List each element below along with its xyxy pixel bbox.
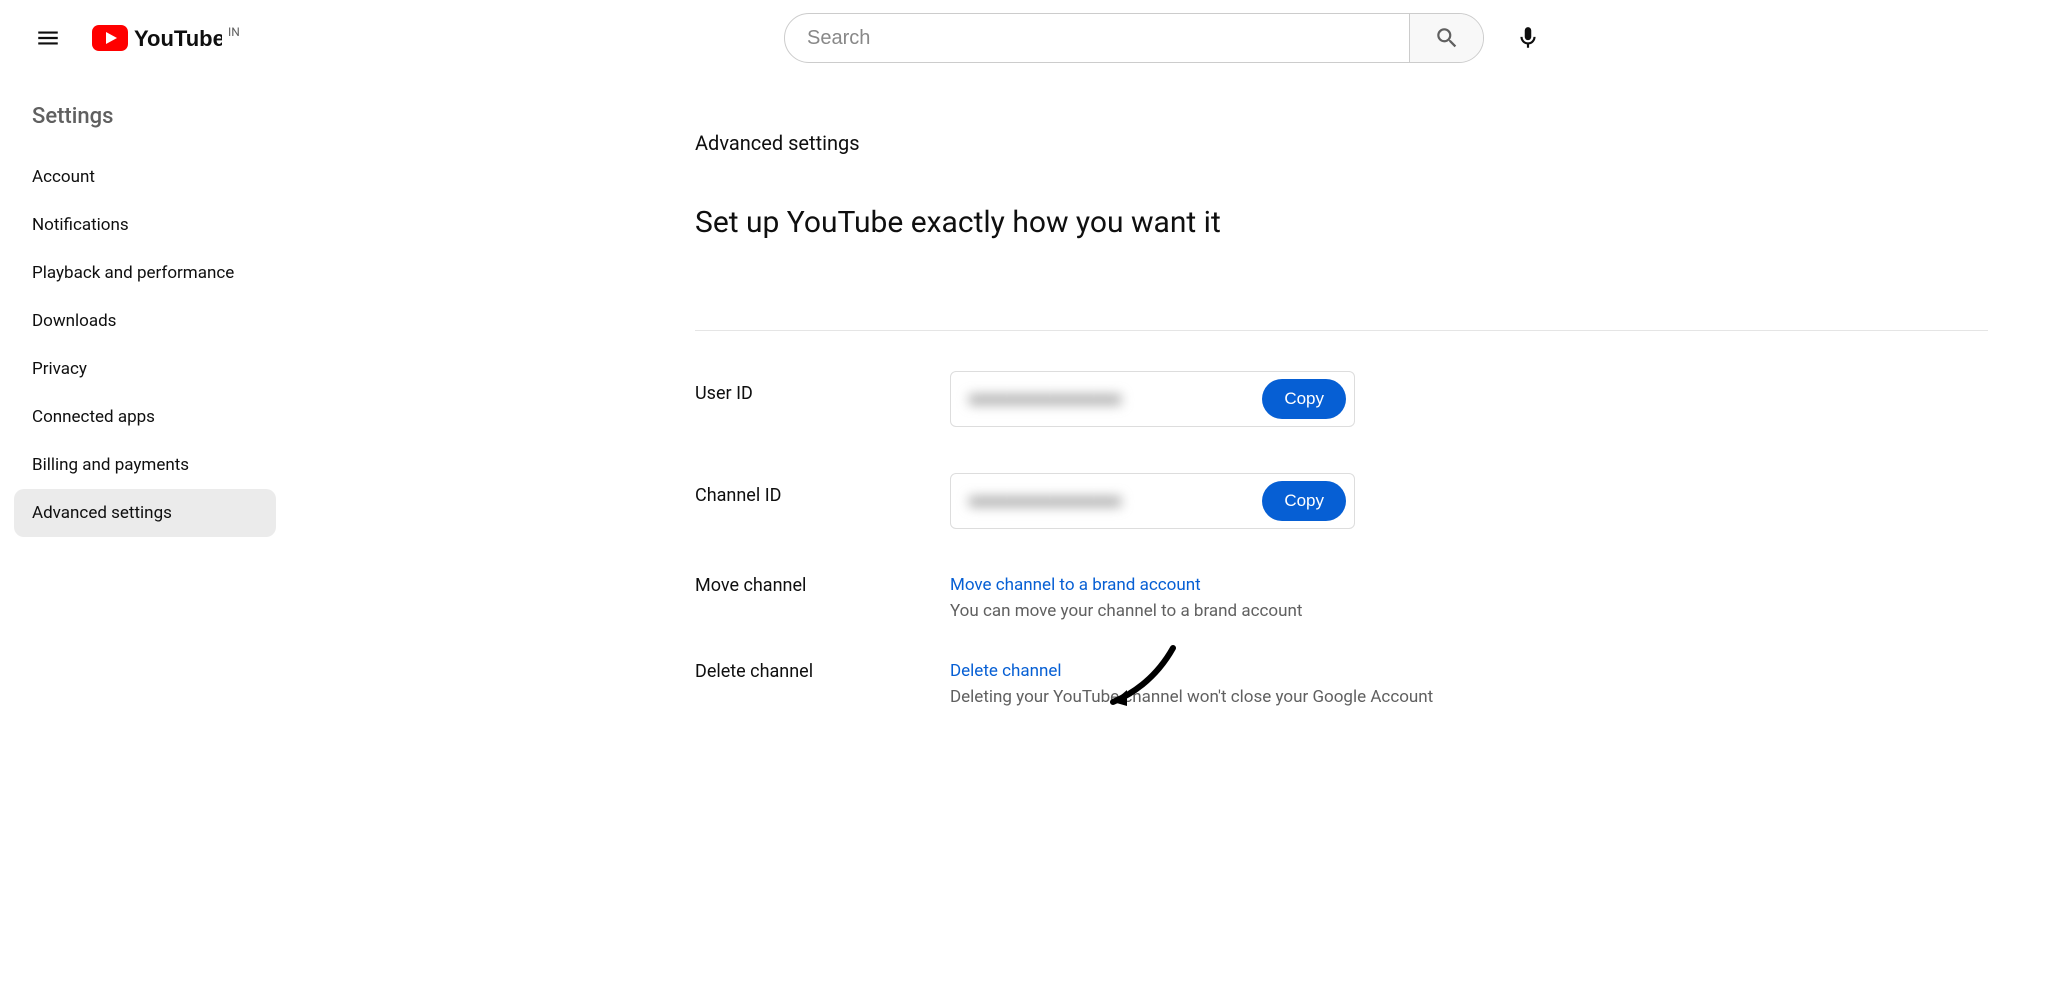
move-channel-subtext: You can move your channel to a brand acc… bbox=[950, 601, 2048, 621]
delete-channel-label: Delete channel bbox=[695, 661, 950, 682]
settings-title: Settings bbox=[14, 90, 276, 153]
svg-text:YouTube: YouTube bbox=[134, 26, 222, 51]
sidebar-item-advanced-settings[interactable]: Advanced settings bbox=[14, 489, 276, 537]
delete-channel-link[interactable]: Delete channel bbox=[950, 661, 1062, 681]
youtube-logo-icon: YouTube bbox=[92, 23, 222, 53]
menu-icon bbox=[35, 25, 61, 51]
channel-id-row: Channel ID ■■■■■■■■■■■■■■ Copy bbox=[695, 473, 2048, 529]
search-button[interactable] bbox=[1409, 14, 1483, 62]
user-id-value: ■■■■■■■■■■■■■■ bbox=[969, 389, 1262, 410]
hamburger-menu-button[interactable] bbox=[28, 18, 68, 58]
logo[interactable]: YouTube IN bbox=[92, 23, 240, 53]
search-area bbox=[784, 13, 1550, 63]
sidebar-item-downloads[interactable]: Downloads bbox=[14, 297, 276, 345]
main-content: Advanced settings Set up YouTube exactly… bbox=[290, 76, 2048, 753]
copy-channel-id-button[interactable]: Copy bbox=[1262, 481, 1346, 521]
voice-search-button[interactable] bbox=[1506, 16, 1550, 60]
sidebar-item-privacy[interactable]: Privacy bbox=[14, 345, 276, 393]
delete-channel-subtext: Deleting your YouTube channel won't clos… bbox=[950, 687, 2048, 707]
page-heading: Set up YouTube exactly how you want it bbox=[695, 205, 2048, 240]
user-id-label: User ID bbox=[695, 371, 950, 404]
page-body: Settings Account Notifications Playback … bbox=[0, 76, 2048, 753]
delete-channel-row: Delete channel Delete channel Deleting y… bbox=[695, 661, 2048, 707]
sidebar-item-billing[interactable]: Billing and payments bbox=[14, 441, 276, 489]
channel-id-value: ■■■■■■■■■■■■■■ bbox=[969, 491, 1262, 512]
top-bar: YouTube IN bbox=[0, 0, 2048, 76]
sidebar-item-account[interactable]: Account bbox=[14, 153, 276, 201]
settings-sidebar: Settings Account Notifications Playback … bbox=[0, 76, 290, 753]
move-channel-row: Move channel Move channel to a brand acc… bbox=[695, 575, 2048, 621]
move-channel-link[interactable]: Move channel to a brand account bbox=[950, 575, 1201, 595]
country-code: IN bbox=[228, 25, 240, 39]
channel-id-label: Channel ID bbox=[695, 473, 950, 506]
channel-id-box: ■■■■■■■■■■■■■■ Copy bbox=[950, 473, 1355, 529]
search-icon bbox=[1434, 25, 1460, 51]
search-box bbox=[784, 13, 1484, 63]
sidebar-item-connected-apps[interactable]: Connected apps bbox=[14, 393, 276, 441]
sidebar-item-playback[interactable]: Playback and performance bbox=[14, 249, 276, 297]
microphone-icon bbox=[1515, 25, 1541, 51]
move-channel-label: Move channel bbox=[695, 575, 950, 596]
sidebar-item-notifications[interactable]: Notifications bbox=[14, 201, 276, 249]
page-section-title: Advanced settings bbox=[695, 131, 2048, 155]
copy-user-id-button[interactable]: Copy bbox=[1262, 379, 1346, 419]
divider bbox=[695, 330, 1988, 331]
search-input[interactable] bbox=[785, 27, 1409, 50]
user-id-row: User ID ■■■■■■■■■■■■■■ Copy bbox=[695, 371, 2048, 427]
user-id-box: ■■■■■■■■■■■■■■ Copy bbox=[950, 371, 1355, 427]
